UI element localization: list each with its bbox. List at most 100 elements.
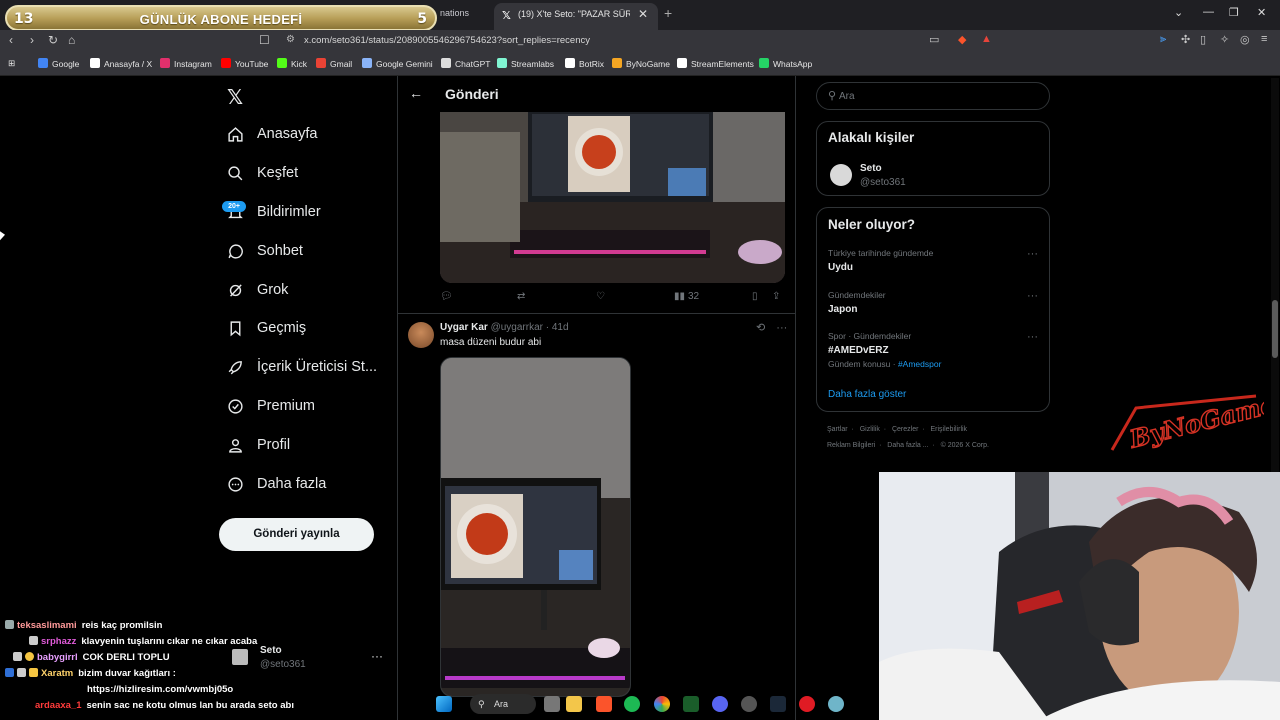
footer-link[interactable]: Çerezler [892, 426, 918, 433]
reload-icon[interactable]: ↻ [48, 33, 58, 47]
brave-shield-icon[interactable]: ◆ [958, 33, 966, 46]
globe-icon[interactable] [828, 696, 844, 712]
reply-icon[interactable]: 💬︎ [440, 291, 453, 302]
bookmark-gmail[interactable]: Gmail [316, 58, 352, 69]
show-more-link[interactable]: Daha fazla göster [828, 389, 906, 400]
brave-rewards-icon[interactable]: ▲ [981, 33, 992, 45]
previous-tab[interactable]: nations [440, 8, 469, 18]
reply-image[interactable] [440, 357, 631, 697]
vpn-icon[interactable]: ◎ [1240, 33, 1250, 46]
extension-icon[interactable]: ⫸ [1160, 33, 1166, 46]
home-icon[interactable]: ⌂ [68, 33, 75, 47]
nav-explore[interactable]: Keşfet [226, 160, 298, 186]
nav-profile[interactable]: Profil [226, 432, 290, 458]
taskbar-search[interactable]: ⚲ Ara [470, 694, 536, 714]
windows-taskbar: ⚲ Ara [426, 691, 856, 718]
trend-item[interactable]: Spor · Gündemdekiler #AMEDvERZ Gündem ko… [828, 331, 1038, 369]
nav-chat[interactable]: Sohbet [226, 238, 303, 264]
more-icon[interactable]: ··· [1027, 248, 1038, 260]
bookmark-x[interactable]: Anasayfa / X [90, 58, 152, 69]
youtube-app-icon[interactable] [799, 696, 815, 712]
cast-icon[interactable]: ▭ [929, 33, 939, 46]
bookmark-gemini[interactable]: Google Gemini [362, 58, 433, 69]
more-icon[interactable]: ··· [776, 322, 787, 334]
discord-icon[interactable] [712, 696, 728, 712]
more-icon[interactable]: ··· [371, 649, 383, 663]
leo-icon[interactable]: ✧ [1220, 33, 1229, 46]
bookmark-kick[interactable]: Kick [277, 58, 307, 69]
footer-link[interactable]: Erişilebilirlik [931, 426, 968, 433]
steam-icon[interactable] [770, 696, 786, 712]
obs-icon[interactable] [741, 696, 757, 712]
post-button[interactable]: Gönderi yayınla [219, 518, 374, 551]
copyright: © 2026 X Corp. [940, 442, 989, 449]
close-tab-icon[interactable]: ✕ [638, 7, 648, 21]
nav-creator-studio[interactable]: İçerik Üreticisi St... [226, 354, 377, 380]
footer-link[interactable]: Gizlilik [860, 426, 880, 433]
nav-bookmarks[interactable]: Geçmiş [226, 315, 306, 341]
bookmark-whatsapp[interactable]: WhatsApp [759, 58, 812, 69]
x-logo-icon[interactable]: 𝕏 [227, 85, 243, 110]
bookmark-streamelements[interactable]: StreamElements [677, 58, 754, 69]
footer-link[interactable]: Şartlar [827, 426, 848, 433]
search-input[interactable]: ⚲ Ara [816, 82, 1050, 110]
bookmark-youtube[interactable]: YouTube [221, 58, 268, 69]
nav-grok[interactable]: Grok [226, 277, 288, 303]
bookmark-botrix[interactable]: BotRix [565, 58, 604, 69]
back-icon[interactable]: ‹ [9, 33, 13, 47]
like-icon[interactable]: ♡ [596, 291, 605, 302]
start-icon[interactable] [436, 696, 452, 712]
menu-icon[interactable]: ≡ [1261, 33, 1267, 45]
views-icon[interactable]: ▮▮ [674, 291, 685, 302]
back-arrow-icon[interactable]: ← [409, 85, 423, 101]
avatar[interactable] [408, 322, 434, 348]
grok-icon[interactable]: ⟲ [756, 322, 765, 334]
repost-icon[interactable]: ⇄ [517, 291, 525, 302]
sidebar-icon[interactable]: ▯ [1200, 33, 1206, 46]
task-view-icon[interactable] [544, 696, 560, 712]
reply-author-handle[interactable]: @uygarrkar [491, 322, 543, 333]
puzzle-icon[interactable]: ✣ [1181, 33, 1190, 46]
chrome-icon[interactable] [654, 696, 670, 712]
more-icon[interactable]: ··· [1027, 290, 1038, 302]
avatar[interactable] [830, 164, 852, 186]
tab-list-icon[interactable]: ⌄ [1174, 6, 1183, 19]
bookmark-google[interactable]: Google [38, 58, 79, 69]
forward-icon[interactable]: › [30, 33, 34, 47]
rocket-icon [226, 358, 244, 376]
footer-link[interactable]: Daha fazla ... [887, 442, 928, 449]
share-icon[interactable]: ⇪ [772, 291, 780, 302]
minimize-icon[interactable]: — [1203, 6, 1214, 18]
bookmark-chatgpt[interactable]: ChatGPT [441, 58, 490, 69]
bookmark-bynogame[interactable]: ByNoGame [612, 58, 670, 69]
spotify-icon[interactable] [624, 696, 640, 712]
more-icon[interactable]: ··· [1027, 331, 1038, 343]
address-bar[interactable]: ⚙ x.com/seto361/status/20890055462967546… [280, 32, 1000, 50]
trending-card: Neler oluyor? Türkiye tarihinde gündemde… [816, 207, 1050, 412]
nav-more[interactable]: Daha fazla [226, 471, 326, 497]
bookmark-streamlabs[interactable]: Streamlabs [497, 58, 554, 69]
bookmark-icon[interactable]: ▯ [752, 291, 758, 302]
maximize-icon[interactable]: ❐ [1229, 6, 1239, 19]
file-explorer-icon[interactable] [566, 696, 582, 712]
new-tab-icon[interactable]: + [664, 5, 672, 21]
app-icon[interactable] [683, 696, 699, 712]
site-info-icon[interactable]: ⚙ [286, 34, 295, 45]
apps-icon[interactable]: ⊞ [8, 58, 15, 69]
brave-browser-icon[interactable] [596, 696, 612, 712]
trend-tag-link[interactable]: #Amedspor [898, 359, 941, 369]
related-person-name[interactable]: Seto [860, 163, 882, 174]
reply-author-name[interactable]: Uygar Kar [440, 322, 488, 333]
bookmark-instagram[interactable]: Instagram [160, 58, 212, 69]
active-tab[interactable]: 𝕏 (19) X'te Seto: "PAZAR SÜRPRİZİ ✕ [494, 3, 658, 30]
close-window-icon[interactable]: ✕ [1257, 6, 1266, 19]
nav-premium[interactable]: Premium [226, 393, 315, 419]
trend-item[interactable]: Gündemdekiler Japon ··· [828, 290, 1038, 315]
logo-text: ByNoGame [1126, 390, 1264, 454]
scrollbar-thumb[interactable] [1272, 300, 1278, 358]
nav-home[interactable]: Anasayfa [226, 121, 317, 147]
footer-link[interactable]: Reklam Bilgileri [827, 442, 875, 449]
bookmark-page-icon[interactable]: ☐ [259, 33, 270, 47]
post-image[interactable] [440, 112, 785, 283]
trend-item[interactable]: Türkiye tarihinde gündemde Uydu ··· [828, 248, 1038, 273]
